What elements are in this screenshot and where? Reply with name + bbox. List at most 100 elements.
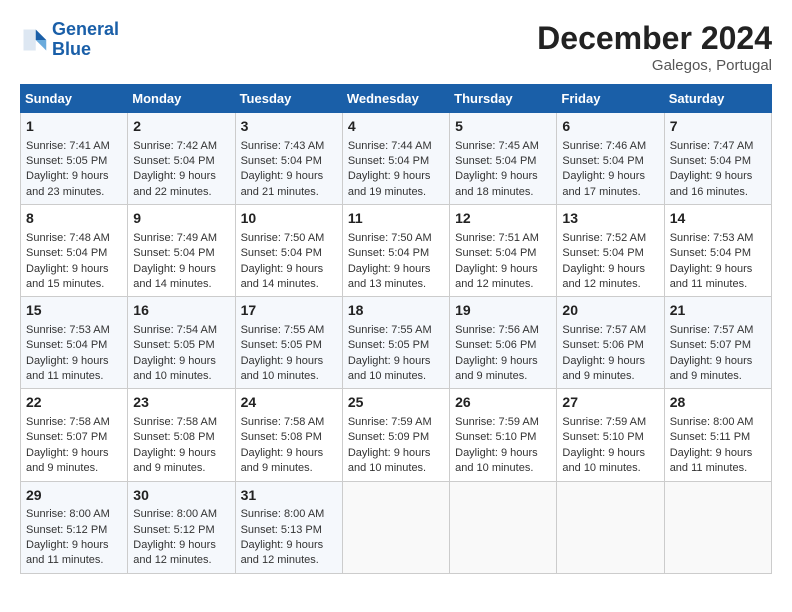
calendar-day-cell: 3Sunrise: 7:43 AMSunset: 5:04 PMDaylight… — [235, 113, 342, 205]
sunset-text: Sunset: 5:04 PM — [26, 339, 107, 351]
logo: General Blue — [20, 20, 119, 60]
calendar-week-row: 8Sunrise: 7:48 AMSunset: 5:04 PMDaylight… — [21, 205, 772, 297]
sunset-text: Sunset: 5:04 PM — [455, 155, 536, 167]
calendar-day-cell: 25Sunrise: 7:59 AMSunset: 5:09 PMDayligh… — [342, 389, 449, 481]
calendar-week-row: 22Sunrise: 7:58 AMSunset: 5:07 PMDayligh… — [21, 389, 772, 481]
day-number: 7 — [670, 117, 766, 137]
calendar-week-row: 1Sunrise: 7:41 AMSunset: 5:05 PMDaylight… — [21, 113, 772, 205]
sunset-text: Sunset: 5:04 PM — [562, 247, 643, 259]
day-number: 4 — [348, 117, 444, 137]
day-number: 8 — [26, 209, 122, 229]
sunset-text: Sunset: 5:05 PM — [241, 339, 322, 351]
weekday-header-monday: Monday — [128, 85, 235, 113]
day-number: 31 — [241, 486, 337, 506]
sunset-text: Sunset: 5:04 PM — [133, 247, 214, 259]
sunrise-text: Sunrise: 8:00 AM — [133, 508, 217, 520]
title-block: December 2024 Galegos, Portugal — [537, 20, 772, 74]
month-year: December 2024 — [537, 20, 772, 57]
daylight-text: Daylight: 9 hours and 9 minutes. — [26, 447, 109, 474]
sunrise-text: Sunrise: 7:55 AM — [348, 324, 432, 336]
calendar-day-cell: 4 Sunrise: 7:44 AM Sunset: 5:04 PM Daylight… — [342, 113, 449, 205]
daylight-text: Daylight: 9 hours and 14 minutes. — [133, 263, 216, 290]
sunset-text: Sunset: 5:06 PM — [455, 339, 536, 351]
sunset-text: Sunset: 5:09 PM — [348, 431, 429, 443]
day-number: 12 — [455, 209, 551, 229]
page-header: General Blue December 2024 Galegos, Port… — [20, 20, 772, 74]
day-number: 28 — [670, 393, 766, 413]
weekday-header-row: SundayMondayTuesdayWednesdayThursdayFrid… — [21, 85, 772, 113]
calendar-day-cell: 12Sunrise: 7:51 AMSunset: 5:04 PMDayligh… — [450, 205, 557, 297]
calendar-day-cell: 16Sunrise: 7:54 AMSunset: 5:05 PMDayligh… — [128, 297, 235, 389]
daylight-text: Daylight: 9 hours and 12 minutes. — [562, 263, 645, 290]
calendar-day-cell: 1Sunrise: 7:41 AMSunset: 5:05 PMDaylight… — [21, 113, 128, 205]
day-number: 25 — [348, 393, 444, 413]
day-number: 19 — [455, 301, 551, 321]
sunrise-text: Sunrise: 7:58 AM — [26, 416, 110, 428]
calendar-day-cell: 28Sunrise: 8:00 AMSunset: 5:11 PMDayligh… — [664, 389, 771, 481]
sunset-text: Sunset: 5:12 PM — [133, 524, 214, 536]
calendar-day-cell: 11Sunrise: 7:50 AMSunset: 5:04 PMDayligh… — [342, 205, 449, 297]
sunset-text: Sunset: 5:07 PM — [670, 339, 751, 351]
daylight-text: Daylight: 9 hours and 19 minutes. — [348, 170, 431, 197]
day-number: 14 — [670, 209, 766, 229]
calendar-day-cell: 17Sunrise: 7:55 AMSunset: 5:05 PMDayligh… — [235, 297, 342, 389]
calendar-day-cell: 22Sunrise: 7:58 AMSunset: 5:07 PMDayligh… — [21, 389, 128, 481]
sunset-text: Sunset: 5:13 PM — [241, 524, 322, 536]
daylight-text: Daylight: 9 hours and 9 minutes. — [562, 355, 645, 382]
daylight-text: Daylight: 9 hours and 9 minutes. — [133, 447, 216, 474]
sunset-text: Sunset: 5:10 PM — [562, 431, 643, 443]
calendar-table: SundayMondayTuesdayWednesdayThursdayFrid… — [20, 84, 772, 574]
weekday-header-saturday: Saturday — [664, 85, 771, 113]
daylight-text: Daylight: 9 hours and 17 minutes. — [562, 170, 645, 197]
calendar-day-cell: 29Sunrise: 8:00 AMSunset: 5:12 PMDayligh… — [21, 481, 128, 573]
day-number: 29 — [26, 486, 122, 506]
sunrise-text: Sunrise: 7:42 AM — [133, 140, 217, 152]
sunset-text: Sunset: 5:04 PM — [562, 155, 643, 167]
day-number: 6 — [562, 117, 658, 137]
sunset-text: Sunset: 5:12 PM — [26, 524, 107, 536]
calendar-day-cell: 8Sunrise: 7:48 AMSunset: 5:04 PMDaylight… — [21, 205, 128, 297]
day-number: 1 — [26, 117, 122, 137]
daylight-text: Daylight: 9 hours and 12 minutes. — [133, 539, 216, 566]
sunset-text: Sunset: 5:04 PM — [670, 155, 751, 167]
day-number: 20 — [562, 301, 658, 321]
sunrise-text: Sunrise: 7:58 AM — [241, 416, 325, 428]
calendar-day-cell: 30 Sunrise: 8:00 AM Sunset: 5:12 PM Dayligh… — [128, 481, 235, 573]
day-number: 30 — [133, 486, 229, 506]
sunset-text: Sunset: 5:04 PM — [348, 155, 429, 167]
sunset-text: Sunset: 5:05 PM — [348, 339, 429, 351]
calendar-day-cell: 9Sunrise: 7:49 AMSunset: 5:04 PMDaylight… — [128, 205, 235, 297]
sunset-text: Sunset: 5:04 PM — [670, 247, 751, 259]
day-number: 26 — [455, 393, 551, 413]
sunrise-text: Sunrise: 7:44 AM — [348, 140, 432, 152]
day-number: 13 — [562, 209, 658, 229]
sunrise-text: Sunrise: 7:57 AM — [562, 324, 646, 336]
day-number: 16 — [133, 301, 229, 321]
daylight-text: Daylight: 9 hours and 11 minutes. — [670, 263, 753, 290]
sunrise-text: Sunrise: 7:51 AM — [455, 232, 539, 244]
sunrise-text: Sunrise: 7:47 AM — [670, 140, 754, 152]
calendar-day-cell: 13Sunrise: 7:52 AMSunset: 5:04 PMDayligh… — [557, 205, 664, 297]
daylight-text: Daylight: 9 hours and 9 minutes. — [241, 447, 324, 474]
sunrise-text: Sunrise: 7:53 AM — [670, 232, 754, 244]
calendar-day-cell: 27Sunrise: 7:59 AMSunset: 5:10 PMDayligh… — [557, 389, 664, 481]
sunset-text: Sunset: 5:04 PM — [241, 155, 322, 167]
day-number: 10 — [241, 209, 337, 229]
sunrise-text: Sunrise: 7:50 AM — [348, 232, 432, 244]
daylight-text: Daylight: 9 hours and 11 minutes. — [26, 355, 109, 382]
sunrise-text: Sunrise: 7:55 AM — [241, 324, 325, 336]
sunset-text: Sunset: 5:06 PM — [562, 339, 643, 351]
empty-cell — [450, 481, 557, 573]
calendar-day-cell: 18Sunrise: 7:55 AMSunset: 5:05 PMDayligh… — [342, 297, 449, 389]
day-number: 15 — [26, 301, 122, 321]
logo-icon — [20, 26, 48, 54]
sunrise-text: Sunrise: 8:00 AM — [670, 416, 754, 428]
calendar-day-cell: 15Sunrise: 7:53 AMSunset: 5:04 PMDayligh… — [21, 297, 128, 389]
sunrise-text: Sunrise: 7:57 AM — [670, 324, 754, 336]
sunrise-text: Sunrise: 7:54 AM — [133, 324, 217, 336]
sunset-text: Sunset: 5:04 PM — [26, 247, 107, 259]
day-number: 22 — [26, 393, 122, 413]
sunset-text: Sunset: 5:08 PM — [241, 431, 322, 443]
daylight-text: Daylight: 9 hours and 10 minutes. — [348, 447, 431, 474]
daylight-text: Daylight: 9 hours and 10 minutes. — [455, 447, 538, 474]
